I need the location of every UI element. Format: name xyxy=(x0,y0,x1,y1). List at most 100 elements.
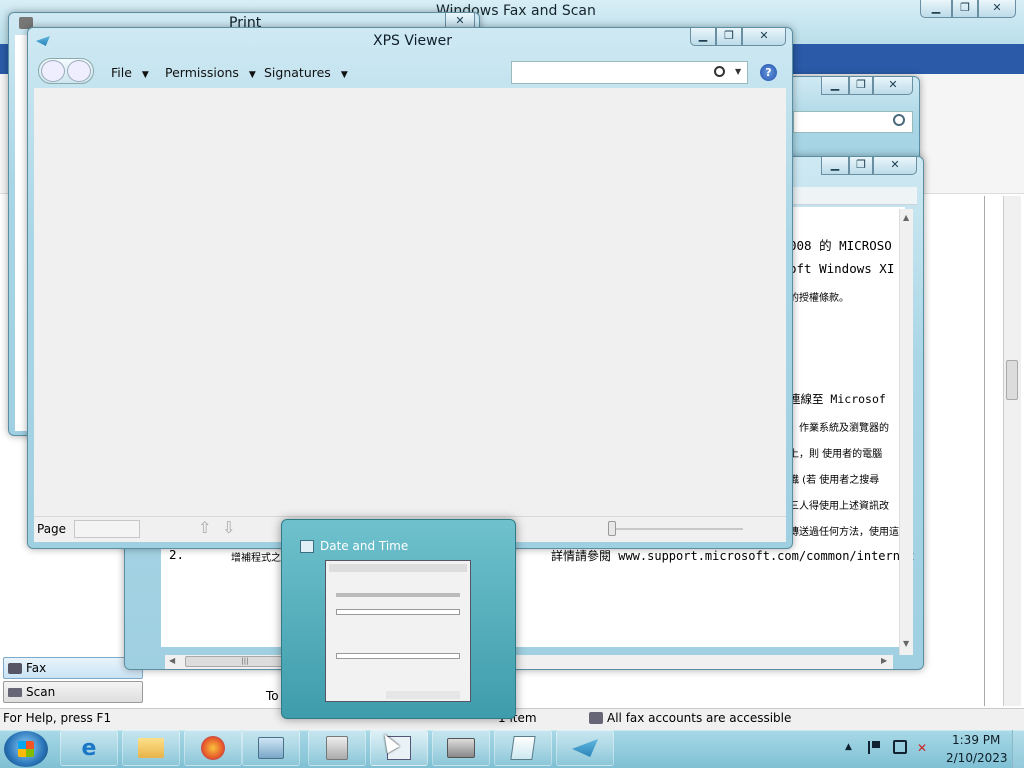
page-number-input[interactable] xyxy=(74,520,140,538)
page-label: Page xyxy=(37,522,67,536)
arrow-up-icon[interactable]: ⇧ xyxy=(198,518,211,537)
xps-search-input[interactable] xyxy=(511,61,748,84)
sidebar-item-fax[interactable]: Fax xyxy=(3,657,143,679)
fax-list-column-partial: To xyxy=(266,689,279,703)
date-time-preview[interactable]: Date and Time xyxy=(281,519,516,719)
fax-maximize-button[interactable]: ❐ xyxy=(952,0,978,18)
thumb-line xyxy=(336,593,460,597)
back-forward-buttons[interactable] xyxy=(38,58,94,84)
preview-title: Date and Time xyxy=(320,539,409,553)
doc-vertical-scrollbar[interactable]: ▲ ▼ xyxy=(899,209,913,655)
windows-logo-icon xyxy=(18,741,34,757)
preview-thumbnail xyxy=(325,560,471,702)
doc-line-2: oft Windows XI xyxy=(789,261,895,276)
xps-app-icon xyxy=(36,36,50,46)
scroll-right-arrow[interactable]: ▶ xyxy=(881,656,887,665)
sidebar-item-scan-label: Scan xyxy=(26,685,56,699)
sidebar-item-scan[interactable]: Scan xyxy=(3,681,143,703)
doc-item-number: 2. xyxy=(169,547,185,562)
search-dropdown-icon[interactable]: ▼ xyxy=(735,67,741,76)
document-icon xyxy=(510,736,536,760)
zoom-slider[interactable] xyxy=(611,528,743,530)
xps-viewer-window: XPS Viewer ▁ ❐ ✕ File ▼ Permissions ▼ Si… xyxy=(27,27,793,549)
doc-item-text-left: 增補程式之 xyxy=(231,553,281,564)
taskbar-xps-viewer[interactable] xyxy=(556,730,614,766)
fax-accounts-icon xyxy=(589,712,603,724)
scroll-down-arrow[interactable]: ▼ xyxy=(903,639,909,648)
folder-icon xyxy=(138,738,164,758)
doc-minimize-button[interactable]: ▁ xyxy=(821,157,849,175)
taskbar-date-time[interactable] xyxy=(370,730,428,766)
fax-icon xyxy=(8,663,22,674)
taskbar-app[interactable] xyxy=(308,730,366,766)
doc-line-5: 、作業系統及瀏覽器的 xyxy=(789,423,889,434)
menu-signatures[interactable]: Signatures ▼ xyxy=(264,65,348,80)
scroll-left-arrow[interactable]: ◀ xyxy=(169,656,175,665)
firefox-icon xyxy=(201,736,225,760)
search-icon[interactable] xyxy=(893,114,905,126)
fax-minimize-button[interactable]: ▁ xyxy=(920,0,952,18)
status-fax-accounts: All fax accounts are accessible xyxy=(607,711,792,725)
search-icon[interactable] xyxy=(714,66,725,77)
explorer-maximize-button[interactable]: ❐ xyxy=(849,77,873,95)
network-icon[interactable] xyxy=(893,740,907,754)
taskbar-explorer[interactable] xyxy=(122,730,180,766)
status-help-text: For Help, press F1 xyxy=(3,711,112,725)
help-icon[interactable]: ? xyxy=(760,64,777,81)
doc-horizontal-scrollbar[interactable]: ◀ ||| ▶ xyxy=(165,655,893,669)
control-panel-icon xyxy=(258,737,284,759)
chevron-down-icon: ▼ xyxy=(141,70,149,80)
taskbar-fax-scan[interactable] xyxy=(432,730,490,766)
forward-button[interactable] xyxy=(67,60,91,82)
explorer-close-button[interactable]: ✕ xyxy=(873,77,913,95)
scan-icon xyxy=(8,688,22,697)
volume-muted-icon[interactable]: ✕ xyxy=(917,741,931,755)
zoom-slider-handle[interactable] xyxy=(608,521,616,536)
taskbar-print[interactable] xyxy=(494,730,552,766)
doc-line-3: 的授權條款。 xyxy=(789,293,849,304)
fax-list-scrollbar[interactable] xyxy=(1003,196,1021,706)
clock-time[interactable]: 1:39 PM xyxy=(952,733,1000,747)
fax-column-divider xyxy=(984,196,985,706)
thumb-field xyxy=(336,653,460,659)
fax-machine-icon xyxy=(447,738,475,758)
xps-close-button[interactable]: ✕ xyxy=(742,28,786,46)
doc-close-button[interactable]: ✕ xyxy=(873,157,917,175)
scroll-up-arrow[interactable]: ▲ xyxy=(903,213,909,222)
taskbar-firefox[interactable] xyxy=(184,730,242,766)
back-button[interactable] xyxy=(41,60,65,82)
xps-minimize-button[interactable]: ▁ xyxy=(690,28,716,46)
doc-line-1: 008 的 MICROSO xyxy=(789,238,892,253)
doc-line-9: 傳送過任何方法，使用這 xyxy=(789,527,899,538)
xps-document-area xyxy=(34,88,786,516)
arrow-down-icon[interactable]: ⇩ xyxy=(222,518,235,537)
chevron-down-icon: ▼ xyxy=(248,70,256,80)
date-time-icon xyxy=(300,540,314,553)
app-icon xyxy=(326,736,348,760)
menu-permissions[interactable]: Permissions ▼ xyxy=(165,65,256,80)
doc-maximize-button[interactable]: ❐ xyxy=(849,157,873,175)
thumb-buttons xyxy=(386,691,460,699)
doc-line-4: 連線至 Microsof xyxy=(789,392,886,406)
thumb-tabs xyxy=(329,564,467,572)
xps-viewer-icon xyxy=(572,739,598,757)
show-hidden-icons-button[interactable]: ▲ xyxy=(845,742,852,752)
menu-file[interactable]: File ▼ xyxy=(111,65,149,80)
doc-line-8: 三人得使用上述資訊改 xyxy=(789,501,889,512)
xps-maximize-button[interactable]: ❐ xyxy=(716,28,742,46)
clock-date[interactable]: 2/10/2023 xyxy=(946,751,1008,765)
taskbar-ie[interactable]: e xyxy=(60,730,118,766)
thumb-field xyxy=(336,609,460,615)
start-button[interactable] xyxy=(4,731,48,767)
taskbar-control-panel[interactable] xyxy=(242,730,300,766)
action-center-flag-icon[interactable] xyxy=(868,741,880,754)
chevron-down-icon: ▼ xyxy=(340,70,348,80)
doc-line-6: 上，則 使用者的電腦 xyxy=(789,449,883,460)
fax-list-scroll-thumb[interactable] xyxy=(1006,360,1018,400)
internet-explorer-icon: e xyxy=(81,735,97,761)
explorer-minimize-button[interactable]: ▁ xyxy=(821,77,849,95)
fax-close-button[interactable]: ✕ xyxy=(978,0,1016,18)
show-desktop-button[interactable] xyxy=(1012,730,1024,768)
doc-line-7: 職 (若 使用者之搜尋 xyxy=(789,475,880,486)
xps-title: XPS Viewer xyxy=(373,33,452,49)
